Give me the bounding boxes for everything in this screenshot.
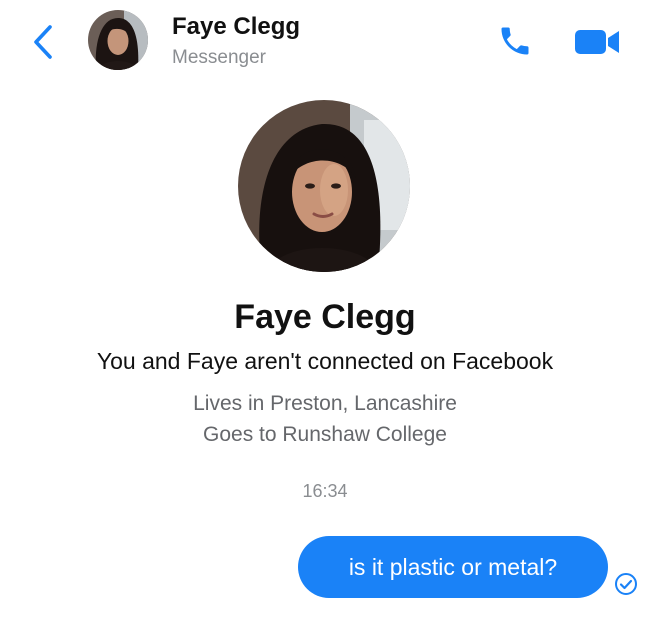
phone-icon: [501, 27, 529, 55]
video-call-button[interactable]: [572, 22, 622, 62]
chat-header: Faye Clegg Messenger: [0, 0, 650, 90]
profile-school: Goes to Runshaw College: [203, 423, 447, 446]
chevron-left-icon: [34, 25, 52, 59]
outgoing-message-bubble[interactable]: is it plastic or metal?: [298, 536, 608, 598]
message-timestamp: 16:34: [302, 481, 348, 501]
call-button[interactable]: [494, 20, 536, 62]
video-camera-icon: [575, 30, 619, 54]
profile-photo: [238, 100, 410, 272]
delivered-check-icon: [615, 573, 637, 595]
profile-location: Lives in Preston, Lancashire: [193, 392, 457, 415]
back-button[interactable]: [26, 22, 60, 62]
profile-name: Faye Clegg: [234, 298, 416, 336]
contact-subtitle: Messenger: [172, 47, 266, 68]
contact-name: Faye Clegg: [172, 13, 301, 40]
connection-note: You and Faye aren't connected on Faceboo…: [96, 348, 554, 374]
avatar[interactable]: [88, 10, 148, 70]
